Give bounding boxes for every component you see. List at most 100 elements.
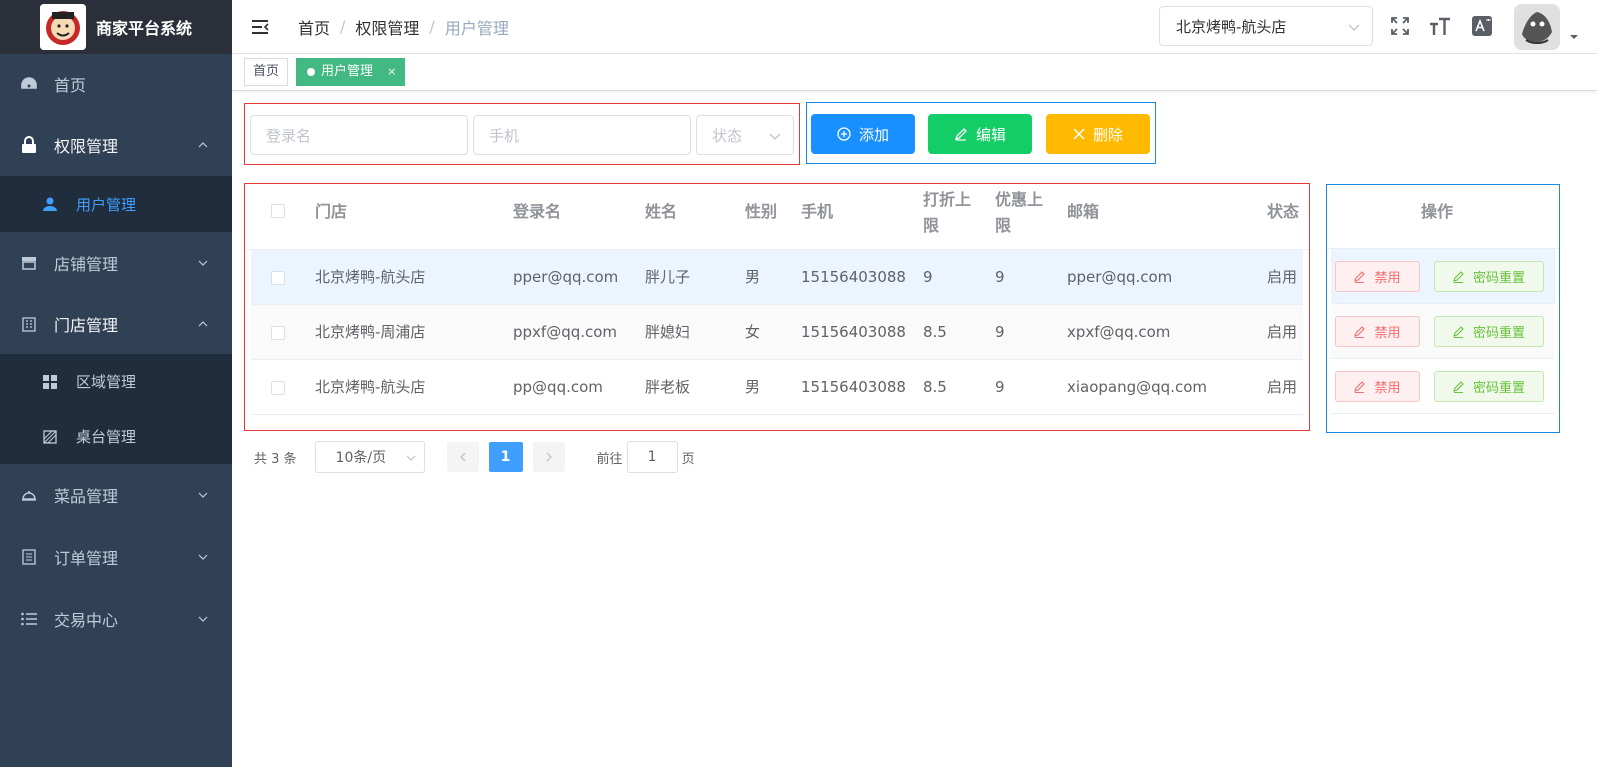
breadcrumb-separator: / [429,17,435,36]
col-store: 门店 [315,202,348,221]
goto-page-input[interactable]: 1 [626,441,678,473]
sidebar-item-label: 区域管理 [76,373,137,391]
prev-page-button[interactable] [446,442,479,472]
next-page-button[interactable] [532,442,565,472]
sidebar-item-label: 门店管理 [54,316,119,335]
edit-button[interactable]: 编辑 [928,114,1032,154]
phone-input[interactable]: 手机 [473,115,691,155]
main-area: 首页 / 权限管理 / 用户管理 北京烤鸭-航头店 首页 用户管理 × 登录名 … [232,0,1597,767]
sidebar-item-home[interactable]: 首页 [0,54,232,114]
add-button-label: 添加 [858,125,889,144]
language-icon[interactable] [1470,14,1494,38]
sidebar-item-trading[interactable]: 交易中心 [0,588,232,650]
chevron-down-icon [769,133,781,140]
user-table: 门店 登录名 姓名 性别 手机 打折上 限 优惠上 限 邮箱 状态 北京烤鸭-航… [244,183,1310,431]
disable-button[interactable]: 禁用 [1335,371,1420,402]
chevron-up-icon [198,142,208,148]
cell-login: pp@qq.com [513,378,603,396]
col-ops: 操作 [1421,202,1454,221]
cell-status: 启用 [1267,268,1298,286]
reset-password-button[interactable]: 密码重置 [1434,261,1544,292]
reset-password-button[interactable]: 密码重置 [1434,316,1544,347]
edit-icon [1354,270,1366,283]
breadcrumb-permissions[interactable]: 权限管理 [355,15,419,39]
tags-view: 首页 用户管理 × [232,54,1597,91]
cell-login: ppxf@qq.com [513,323,618,341]
tag-home[interactable]: 首页 [244,58,289,86]
page-number[interactable]: 1 [488,442,523,472]
font-size-icon[interactable] [1428,14,1452,38]
chevron-down-icon [198,554,208,560]
status-select[interactable]: 状态 [696,115,794,155]
cell-discount: 8.5 [923,323,947,341]
chevron-down-icon [1348,24,1360,31]
logo-bar: 商家平台系统 [0,0,232,54]
delete-button[interactable]: 删除 [1046,114,1150,154]
list-icon [20,610,38,628]
tag-user-management[interactable]: 用户管理 × [296,58,406,86]
sidebar-item-label: 首页 [54,76,87,95]
ops-header: 操作 [1327,185,1559,249]
login-name-input[interactable]: 登录名 [250,115,468,155]
edit-icon [1354,325,1366,338]
chevron-down-icon [406,455,415,461]
select-all-checkbox[interactable] [271,204,285,218]
breadcrumb-current: 用户管理 [444,18,509,38]
row-checkbox[interactable] [271,381,285,395]
col-coupon: 优惠上 限 [995,187,1043,239]
table-row[interactable]: 北京烤鸭-航头店 pper@qq.com 胖儿子 男 15156403088 9… [251,250,1303,305]
sidebar-item-table-management[interactable]: 桌台管理 [0,409,232,464]
sidebar-item-user-management[interactable]: 用户管理 [0,176,232,232]
avatar[interactable] [1514,4,1560,50]
chevron-down-icon [198,260,208,266]
sidebar-item-shops[interactable]: 店铺管理 [0,232,232,294]
table-row[interactable]: 北京烤鸭-航头店 pp@qq.com 胖老板 男 15156403088 8.5… [251,360,1303,415]
col-coupon-line2: 限 [995,216,1012,235]
row-checkbox[interactable] [271,271,285,285]
shop-icon [20,254,38,272]
goto-prefix: 前往 [596,451,623,467]
delete-button-label: 删除 [1092,125,1123,144]
app-title: 商家平台系统 [96,19,193,38]
reset-password-button[interactable]: 密码重置 [1434,371,1544,402]
disable-button[interactable]: 禁用 [1335,261,1420,292]
submenu-permissions: 用户管理 [0,176,232,232]
cell-store: 北京烤鸭-航头店 [315,268,426,286]
sidebar-item-area-management[interactable]: 区域管理 [0,354,232,409]
table-row[interactable]: 北京烤鸭-周浦店 ppxf@qq.com 胖媳妇 女 15156403088 8… [251,305,1303,360]
fullscreen-icon[interactable] [1388,14,1412,38]
col-name: 姓名 [645,202,678,221]
caret-down-icon[interactable] [1569,34,1579,40]
col-discount-line1: 打折上 [923,190,972,209]
cell-gender: 男 [745,378,761,396]
table-header: 门店 登录名 姓名 性别 手机 打折上 限 优惠上 限 邮箱 状态 [245,184,1309,250]
row-checkbox[interactable] [271,326,285,340]
disable-button[interactable]: 禁用 [1335,316,1420,347]
edit-icon [1354,380,1366,393]
sidebar-item-label: 交易中心 [54,611,119,630]
breadcrumb-home[interactable]: 首页 [298,15,330,39]
building-icon [20,315,38,333]
sidebar-item-permissions[interactable]: 权限管理 [0,114,232,176]
sidebar-item-label: 用户管理 [76,195,137,214]
page-size-select[interactable]: 10条/页 [314,441,425,473]
cell-store: 北京烤鸭-周浦店 [315,323,426,341]
edit-icon [1453,270,1464,283]
cell-phone: 15156403088 [801,323,906,341]
operations-column: 操作 禁用 密码重置 禁用 密码重置 禁用 密码重置 [1326,184,1560,433]
close-icon[interactable]: × [387,65,396,78]
user-icon [42,196,58,212]
cell-store: 北京烤鸭-航头店 [315,378,426,396]
cell-email: xpxf@qq.com [1067,323,1171,341]
hamburger-icon[interactable] [250,17,270,37]
submenu-stores: 区域管理 桌台管理 [0,354,232,464]
sidebar-item-orders[interactable]: 订单管理 [0,526,232,588]
cell-name: 胖老板 [645,378,691,396]
ops-row: 禁用 密码重置 [1331,304,1555,359]
col-login: 登录名 [513,202,562,221]
sidebar-item-stores[interactable]: 门店管理 [0,294,232,354]
chevron-left-icon [459,452,466,462]
sidebar-item-dishes[interactable]: 菜品管理 [0,464,232,526]
add-button[interactable]: 添加 [811,114,915,154]
store-select[interactable]: 北京烤鸭-航头店 [1159,6,1373,46]
